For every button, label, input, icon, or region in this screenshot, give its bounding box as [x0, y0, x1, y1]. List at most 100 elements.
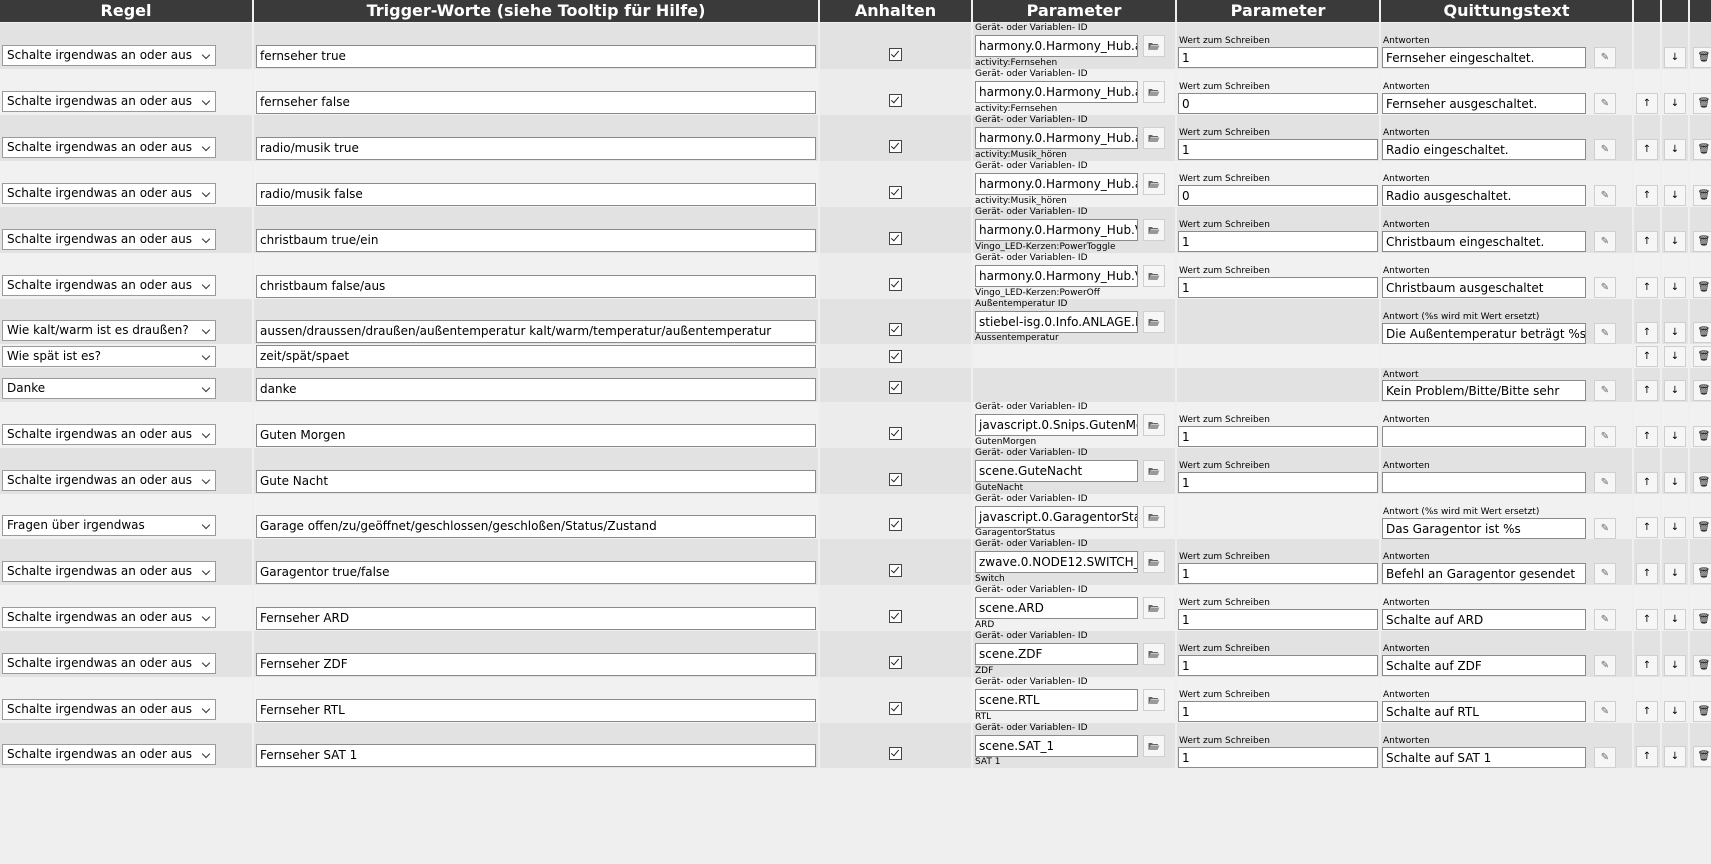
quittung-input[interactable]: Kein Problem/Bitte/Bitte sehr [1382, 380, 1586, 401]
parameter-1-input[interactable]: harmony.0.Harmony_Hub.activity.Musik_hör… [975, 173, 1138, 195]
quittung-input[interactable]: Das Garagentor ist %s [1382, 518, 1586, 539]
arrow-down-icon[interactable]: ↓ [1664, 380, 1686, 401]
trigger-input[interactable]: Garagentor true/false [256, 561, 816, 584]
anhalten-checkbox[interactable] [889, 702, 902, 715]
anhalten-checkbox[interactable] [889, 232, 902, 245]
regel-select[interactable]: Schalte irgendwas an oder aus [2, 91, 216, 112]
arrow-up-icon[interactable]: ↑ [1636, 426, 1658, 447]
folder-open-icon[interactable] [1143, 551, 1165, 573]
trash-icon[interactable]: 🗑 [1693, 426, 1711, 447]
quittung-input[interactable]: Schalte auf ARD [1382, 609, 1586, 630]
arrow-up-icon[interactable]: ↑ [1636, 345, 1658, 367]
regel-select[interactable]: Schalte irgendwas an oder aus [2, 424, 216, 445]
trash-icon[interactable]: 🗑 [1693, 746, 1711, 767]
arrow-up-icon[interactable]: ↑ [1636, 380, 1658, 401]
regel-select[interactable]: Schalte irgendwas an oder aus [2, 607, 216, 628]
trigger-input[interactable]: Fernseher SAT 1 [256, 744, 816, 767]
parameter-2-input[interactable]: 1 [1178, 139, 1378, 160]
parameter-1-input[interactable]: scene.ARD [975, 597, 1138, 619]
trash-icon[interactable]: 🗑 [1693, 655, 1711, 676]
anhalten-checkbox[interactable] [889, 349, 902, 363]
arrow-down-icon[interactable]: ↓ [1664, 93, 1686, 114]
trigger-input[interactable]: radio/musik true [256, 137, 816, 160]
parameter-1-input[interactable]: harmony.0.Harmony_Hub.activity.Musik_hör… [975, 127, 1138, 149]
trash-icon[interactable]: 🗑 [1693, 139, 1711, 160]
regel-select[interactable]: Schalte irgendwas an oder aus [2, 470, 216, 491]
arrow-down-icon[interactable]: ↓ [1664, 517, 1686, 538]
trigger-input[interactable]: Guten Morgen [256, 424, 816, 447]
arrow-down-icon[interactable]: ↓ [1664, 472, 1686, 493]
trigger-input[interactable]: fernseher false [256, 91, 816, 114]
trigger-input[interactable]: Gute Nacht [256, 470, 816, 493]
regel-select[interactable]: Schalte irgendwas an oder aus [2, 561, 216, 582]
pencil-icon[interactable]: ✎ [1594, 563, 1616, 584]
pencil-icon[interactable]: ✎ [1594, 277, 1616, 298]
parameter-1-input[interactable]: javascript.0.GaragentorStatus [975, 506, 1138, 528]
arrow-up-icon[interactable]: ↑ [1636, 609, 1658, 630]
arrow-up-icon[interactable]: ↑ [1636, 655, 1658, 676]
folder-open-icon[interactable] [1143, 735, 1165, 757]
arrow-down-icon[interactable]: ↓ [1664, 701, 1686, 722]
quittung-input[interactable]: Schalte auf ZDF [1382, 655, 1586, 676]
arrow-down-icon[interactable]: ↓ [1664, 426, 1686, 447]
folder-open-icon[interactable] [1143, 35, 1165, 57]
trash-icon[interactable]: 🗑 [1693, 47, 1711, 68]
arrow-up-icon[interactable]: ↑ [1636, 93, 1658, 114]
arrow-up-icon[interactable]: ↑ [1636, 231, 1658, 252]
regel-select[interactable]: Schalte irgendwas an oder aus [2, 45, 216, 66]
folder-open-icon[interactable] [1143, 127, 1165, 149]
arrow-up-icon[interactable]: ↑ [1636, 746, 1658, 767]
quittung-input[interactable]: Radio eingeschaltet. [1382, 139, 1586, 160]
parameter-2-input[interactable]: 0 [1178, 93, 1378, 114]
parameter-1-input[interactable]: harmony.0.Harmony_Hub.activity.Fernsehen [975, 35, 1138, 57]
parameter-1-input[interactable]: scene.GuteNacht [975, 460, 1138, 482]
folder-open-icon[interactable] [1143, 311, 1165, 333]
regel-select[interactable]: Wie spät ist es? [2, 345, 216, 367]
regel-select[interactable]: Wie kalt/warm ist es draußen? [2, 320, 216, 341]
parameter-1-input[interactable]: scene.RTL [975, 689, 1138, 711]
parameter-2-input[interactable]: 1 [1178, 655, 1378, 676]
pencil-icon[interactable]: ✎ [1594, 139, 1616, 160]
trigger-input[interactable]: fernseher true [256, 45, 816, 68]
pencil-icon[interactable]: ✎ [1594, 609, 1616, 630]
parameter-2-input[interactable]: 1 [1178, 47, 1378, 68]
trash-icon[interactable]: 🗑 [1693, 563, 1711, 584]
quittung-input[interactable] [1382, 472, 1586, 493]
regel-select[interactable]: Schalte irgendwas an oder aus [2, 744, 216, 765]
folder-open-icon[interactable] [1143, 219, 1165, 241]
regel-select[interactable]: Schalte irgendwas an oder aus [2, 275, 216, 296]
quittung-input[interactable] [1382, 426, 1586, 447]
parameter-2-input[interactable]: 1 [1178, 563, 1378, 584]
parameter-1-input[interactable]: harmony.0.Harmony_Hub.Vingo_LED-Kerzen.P… [975, 265, 1138, 287]
anhalten-checkbox[interactable] [889, 564, 902, 577]
arrow-up-icon[interactable]: ↑ [1636, 139, 1658, 160]
parameter-1-input[interactable]: scene.SAT_1 [975, 735, 1138, 757]
pencil-icon[interactable]: ✎ [1594, 518, 1616, 539]
anhalten-checkbox[interactable] [889, 610, 902, 623]
arrow-down-icon[interactable]: ↓ [1664, 47, 1686, 68]
parameter-2-input[interactable]: 1 [1178, 701, 1378, 722]
trash-icon[interactable]: 🗑 [1693, 185, 1711, 206]
trigger-input[interactable]: Fernseher RTL [256, 699, 816, 722]
trash-icon[interactable]: 🗑 [1693, 609, 1711, 630]
anhalten-checkbox[interactable] [889, 186, 902, 199]
pencil-icon[interactable]: ✎ [1594, 231, 1616, 252]
trash-icon[interactable]: 🗑 [1693, 322, 1711, 343]
arrow-up-icon[interactable]: ↑ [1636, 517, 1658, 538]
arrow-up-icon[interactable]: ↑ [1636, 472, 1658, 493]
arrow-down-icon[interactable]: ↓ [1664, 655, 1686, 676]
pencil-icon[interactable]: ✎ [1594, 701, 1616, 722]
trash-icon[interactable]: 🗑 [1693, 93, 1711, 114]
quittung-input[interactable]: Christbaum eingeschaltet. [1382, 231, 1586, 252]
pencil-icon[interactable]: ✎ [1594, 323, 1616, 344]
anhalten-checkbox[interactable] [889, 656, 902, 669]
trigger-input[interactable]: zeit/spät/spaet [256, 344, 816, 368]
regel-select[interactable]: Fragen über irgendwas [2, 515, 216, 536]
parameter-1-input[interactable]: harmony.0.Harmony_Hub.activity.Fernsehen [975, 81, 1138, 103]
trigger-input[interactable]: Fernseher ZDF [256, 653, 816, 676]
parameter-2-input[interactable]: 1 [1178, 426, 1378, 447]
regel-select[interactable]: Schalte irgendwas an oder aus [2, 229, 216, 250]
folder-open-icon[interactable] [1143, 506, 1165, 528]
arrow-down-icon[interactable]: ↓ [1664, 746, 1686, 767]
anhalten-checkbox[interactable] [889, 381, 902, 394]
